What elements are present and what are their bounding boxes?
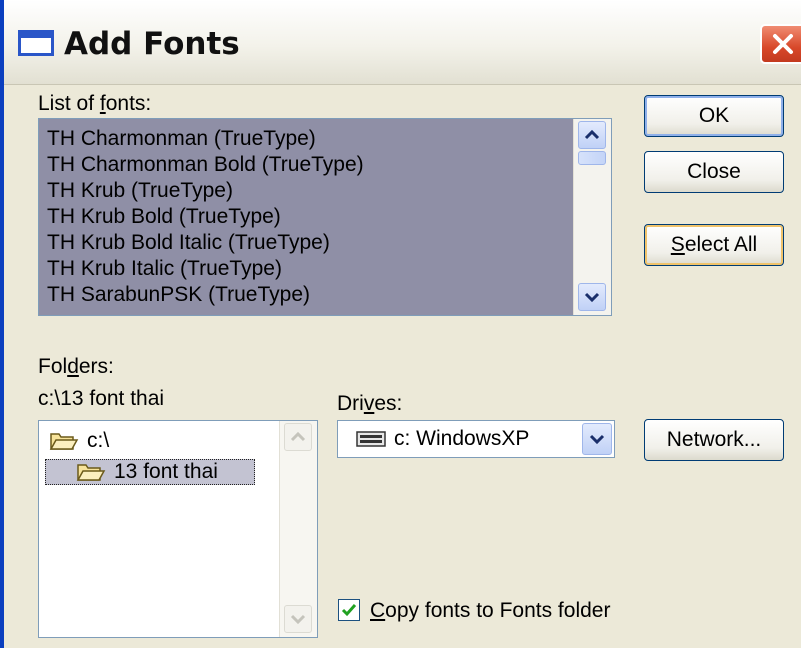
close-button[interactable]: Close (644, 151, 784, 193)
chevron-down-icon (589, 434, 605, 445)
list-item[interactable]: TH Krub Bold (TrueType) (47, 205, 281, 229)
chevron-up-icon (584, 129, 600, 140)
title-bar[interactable]: Add Fonts (4, 0, 801, 85)
copy-fonts-checkbox[interactable] (338, 599, 360, 621)
network-button[interactable]: Network... (644, 419, 784, 461)
folder-item-label: 13 font thai (114, 460, 218, 483)
chevron-up-icon (290, 431, 306, 442)
scroll-thumb[interactable] (578, 151, 606, 165)
folder-listbox[interactable]: c:\ 13 font thai (38, 420, 318, 638)
drives-label: Drives: (337, 392, 403, 415)
select-all-button[interactable]: Select All (644, 224, 784, 266)
font-list-scrollbar[interactable] (573, 119, 611, 315)
selected-drive: c: WindowsXP (394, 427, 530, 450)
folder-item-selected[interactable]: 13 font thai (45, 459, 255, 485)
window-icon (18, 30, 54, 56)
scroll-up-button[interactable] (284, 423, 312, 451)
list-item[interactable]: TH SarabunPSK (TrueType) (47, 283, 310, 307)
add-fonts-dialog: Add Fonts List of fonts: TH Charmonman (… (0, 0, 801, 648)
ok-button[interactable]: OK (644, 95, 784, 137)
list-item[interactable]: TH Charmonman (TrueType) (47, 127, 316, 151)
folders-label: Folders: (38, 355, 114, 378)
scroll-down-button[interactable] (578, 283, 606, 311)
list-item[interactable]: TH Charmonman Bold (TrueType) (47, 153, 364, 177)
chevron-down-icon (290, 614, 306, 625)
font-listbox[interactable]: TH Charmonman (TrueType) TH Charmonman B… (38, 118, 612, 316)
drives-dropdown-button[interactable] (582, 423, 612, 455)
close-icon (773, 34, 793, 54)
drives-combobox[interactable]: c: WindowsXP (337, 420, 615, 458)
list-item[interactable]: TH Krub (TrueType) (47, 179, 233, 203)
font-list-label: List of fonts: (38, 92, 152, 115)
list-item[interactable]: TH Krub Italic (TrueType) (47, 257, 282, 281)
checkmark-icon (341, 604, 357, 617)
folder-item-root[interactable]: c:\ (49, 429, 109, 453)
close-window-button[interactable] (760, 24, 801, 64)
chevron-down-icon (584, 292, 600, 303)
hard-drive-icon (356, 431, 386, 447)
open-folder-icon (49, 433, 79, 451)
open-folder-icon (76, 464, 106, 482)
current-folder-path: c:\13 font thai (38, 387, 165, 410)
scroll-down-button[interactable] (284, 605, 312, 633)
folder-list-scrollbar[interactable] (279, 421, 317, 637)
dialog-title: Add Fonts (64, 26, 240, 62)
scroll-up-button[interactable] (578, 121, 606, 149)
list-item[interactable]: TH Krub Bold Italic (TrueType) (47, 231, 330, 255)
folder-item-label: c:\ (87, 429, 110, 452)
copy-fonts-label[interactable]: Copy fonts to Fonts folder (370, 599, 610, 623)
